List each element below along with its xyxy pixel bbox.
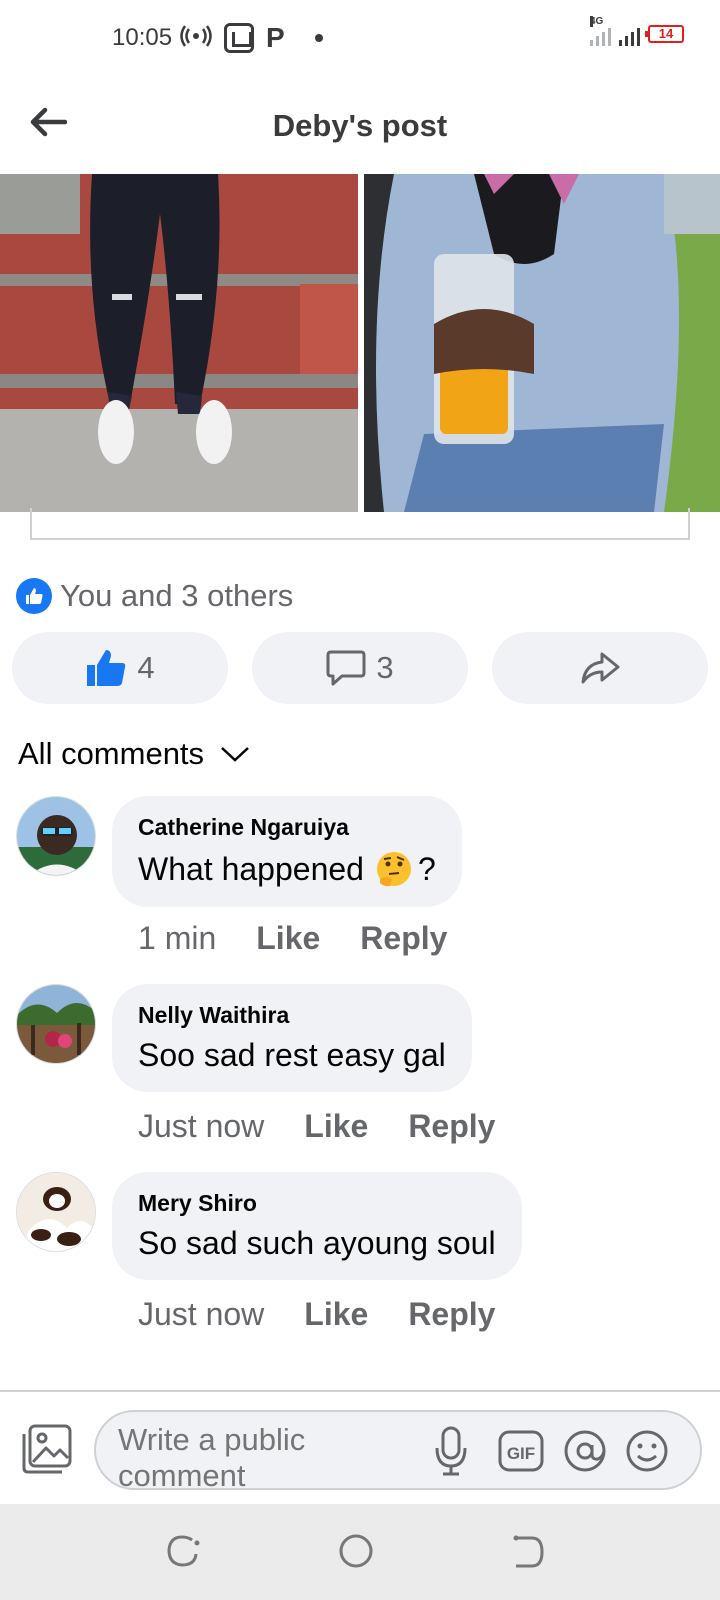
like-reaction-icon xyxy=(16,578,52,614)
comment-time: Just now xyxy=(138,1108,265,1144)
comment-bubble-icon xyxy=(326,650,366,686)
post-header: Deby's post xyxy=(0,80,720,172)
comments-filter-label: All comments xyxy=(18,736,205,771)
signal-4g-icon: 4G xyxy=(590,16,611,46)
comments-filter-dropdown[interactable]: All comments xyxy=(18,736,250,772)
battery-icon: 14 xyxy=(645,25,684,43)
hotspot-icon xyxy=(180,24,212,52)
reactions-summary[interactable]: You and 3 others xyxy=(16,578,293,614)
comment-reply-button[interactable]: Reply xyxy=(408,1296,495,1333)
comment-input-box[interactable]: GIF xyxy=(94,1410,702,1490)
comment-author[interactable]: Catherine Ngaruiya xyxy=(138,814,436,841)
comment-text-suffix: ? xyxy=(417,850,436,887)
recent-apps-icon xyxy=(167,1535,200,1567)
like-button[interactable]: 4 xyxy=(12,632,228,704)
avatar[interactable] xyxy=(16,984,96,1064)
microphone-icon xyxy=(435,1426,467,1476)
thinking-face-emoji-icon xyxy=(376,852,411,887)
comment-text-body: What happened xyxy=(138,850,364,887)
comment-reply-button[interactable]: Reply xyxy=(360,920,447,957)
chevron-down-icon xyxy=(221,747,249,762)
system-navigation-bar xyxy=(0,1504,720,1600)
emoji-button[interactable] xyxy=(622,1426,672,1476)
page-title: Deby's post xyxy=(272,108,448,143)
comment-button[interactable]: 3 xyxy=(252,632,468,704)
like-count: 4 xyxy=(137,650,155,685)
comment-text: What happened ? xyxy=(138,849,436,889)
back-nav-icon xyxy=(513,1535,544,1568)
shared-link-preview[interactable] xyxy=(30,508,690,540)
comment-like-button[interactable]: Like xyxy=(304,1296,368,1333)
comment-meta: Just now Like Reply xyxy=(138,1108,495,1145)
at-mention-icon xyxy=(564,1430,606,1472)
home-circle-icon xyxy=(339,1534,373,1568)
post-photo-1[interactable] xyxy=(0,174,358,512)
gif-icon: GIF xyxy=(498,1430,544,1472)
news-app-icon xyxy=(224,23,254,53)
comment-text: Soo sad rest easy gal xyxy=(138,1037,446,1073)
share-button[interactable] xyxy=(492,632,708,704)
post-photos xyxy=(0,174,720,512)
svg-text:GIF: GIF xyxy=(507,1444,535,1463)
gif-button[interactable]: GIF xyxy=(496,1426,546,1476)
more-notifications-dot-icon xyxy=(314,34,323,42)
home-button[interactable] xyxy=(336,1532,376,1572)
p-app-icon: P xyxy=(266,22,285,53)
image-icon xyxy=(22,1424,72,1474)
comment-text: So sad such ayoung soul xyxy=(138,1225,496,1261)
post-photo-2[interactable] xyxy=(364,174,720,512)
comment-input[interactable] xyxy=(118,1422,338,1488)
status-bar: 10:05 P 4G 14 xyxy=(0,0,720,80)
comment-meta: 1 min Like Reply xyxy=(138,920,447,957)
comment-meta: Just now Like Reply xyxy=(138,1296,495,1333)
status-system-icons: 4G 14 xyxy=(590,16,684,46)
share-arrow-icon xyxy=(581,652,620,684)
reactions-text: You and 3 others xyxy=(60,578,294,613)
status-time: 10:05 xyxy=(112,24,173,51)
comment-author[interactable]: Nelly Waithira xyxy=(138,1002,446,1029)
comment-bubble[interactable]: Mery Shiro So sad such ayoung soul xyxy=(112,1172,522,1280)
signal-strength-icon xyxy=(619,22,640,46)
post-actions: 4 3 xyxy=(12,632,708,704)
comment-time: Just now xyxy=(138,1296,265,1332)
comment-time: 1 min xyxy=(138,920,217,956)
microphone-button[interactable] xyxy=(426,1426,476,1476)
comment-bubble[interactable]: Catherine Ngaruiya What happened ? xyxy=(112,796,462,907)
avatar[interactable] xyxy=(16,796,96,876)
comment-author[interactable]: Mery Shiro xyxy=(138,1190,496,1217)
smiley-icon xyxy=(626,1430,668,1472)
comment-count: 3 xyxy=(376,650,394,685)
comment-bubble[interactable]: Nelly Waithira Soo sad rest easy gal xyxy=(112,984,472,1092)
add-photo-button[interactable] xyxy=(20,1422,74,1476)
comment-composer: GIF xyxy=(0,1392,720,1504)
network-type-label: 4G xyxy=(590,16,604,27)
back-nav-button[interactable] xyxy=(508,1532,548,1572)
comment-reply-button[interactable]: Reply xyxy=(408,1108,495,1145)
recent-apps-button[interactable] xyxy=(164,1532,204,1572)
status-notification-icons: P xyxy=(180,22,323,54)
avatar[interactable] xyxy=(16,1172,96,1252)
comment-like-button[interactable]: Like xyxy=(304,1108,368,1145)
comment-like-button[interactable]: Like xyxy=(256,920,320,957)
thumbs-up-icon xyxy=(87,650,126,686)
mention-button[interactable] xyxy=(560,1426,610,1476)
